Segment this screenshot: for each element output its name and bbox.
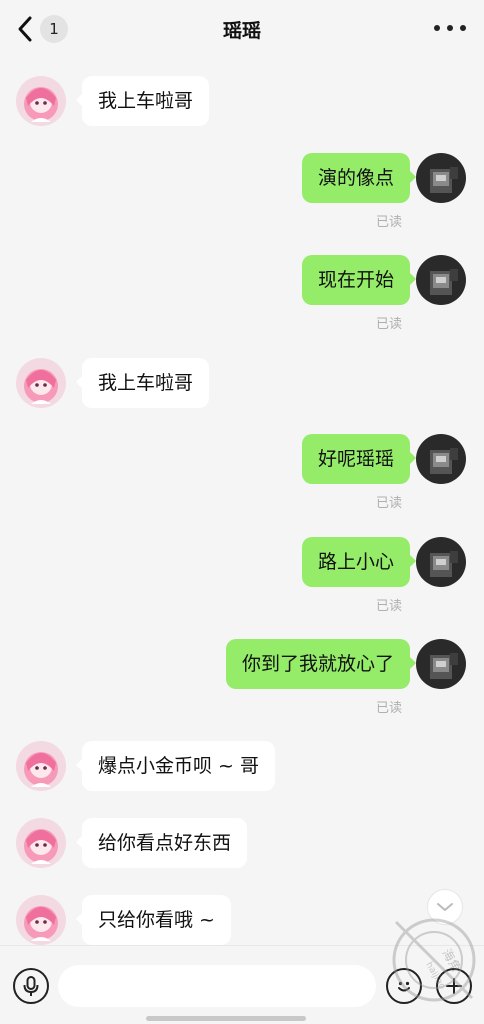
my-avatar[interactable] [416, 639, 466, 689]
message-bubble-incoming[interactable]: 给你看点好东西 [75, 818, 248, 868]
message-bubble-outgoing[interactable]: 你到了我就放心了 [225, 639, 417, 689]
message-list[interactable]: 我上车啦哥 演的像点 已读 现在开始 已读 我上车啦哥 好呢瑶瑶 已读 路上小心 [0, 60, 484, 945]
voice-button[interactable] [13, 968, 49, 1004]
message-bubble-outgoing[interactable]: 好呢瑶瑶 [301, 434, 417, 484]
contact-avatar[interactable] [16, 895, 66, 945]
voice-icon [23, 976, 39, 996]
read-status: 已读 [375, 599, 402, 614]
my-avatar[interactable] [416, 434, 466, 484]
message-bubble-incoming[interactable]: 只给你看哦 ~ [76, 895, 231, 945]
message-bubble-incoming[interactable]: 我上车啦哥 [75, 76, 210, 126]
message-bubble-outgoing[interactable]: 现在开始 [301, 255, 417, 305]
chat-title: 瑶瑶 [222, 20, 261, 42]
contact-avatar[interactable] [16, 741, 66, 791]
home-indicator [146, 1016, 306, 1021]
message-input[interactable] [58, 965, 376, 1007]
chat-header: 1 瑶瑶 [0, 0, 484, 60]
contact-avatar[interactable] [16, 818, 66, 868]
read-status: 已读 [375, 317, 402, 332]
message-bubble-outgoing[interactable]: 演的像点 [301, 153, 417, 203]
my-avatar[interactable] [416, 153, 466, 203]
message-bubble-outgoing[interactable]: 路上小心 [301, 537, 417, 587]
more-dots-icon[interactable] [434, 18, 466, 38]
my-avatar[interactable] [416, 537, 466, 587]
contact-avatar[interactable] [16, 76, 66, 126]
message-bubble-incoming[interactable]: 我上车啦哥 [75, 358, 210, 408]
contact-avatar[interactable] [16, 358, 66, 408]
read-status: 已读 [375, 701, 402, 716]
message-bubble-incoming[interactable]: 爆点小金币呗 ~ 哥 [76, 741, 275, 791]
watermark-logo: 海角 haijiao [392, 918, 476, 1002]
my-avatar[interactable] [416, 255, 466, 305]
read-status: 已读 [375, 496, 402, 511]
read-status: 已读 [375, 215, 402, 230]
